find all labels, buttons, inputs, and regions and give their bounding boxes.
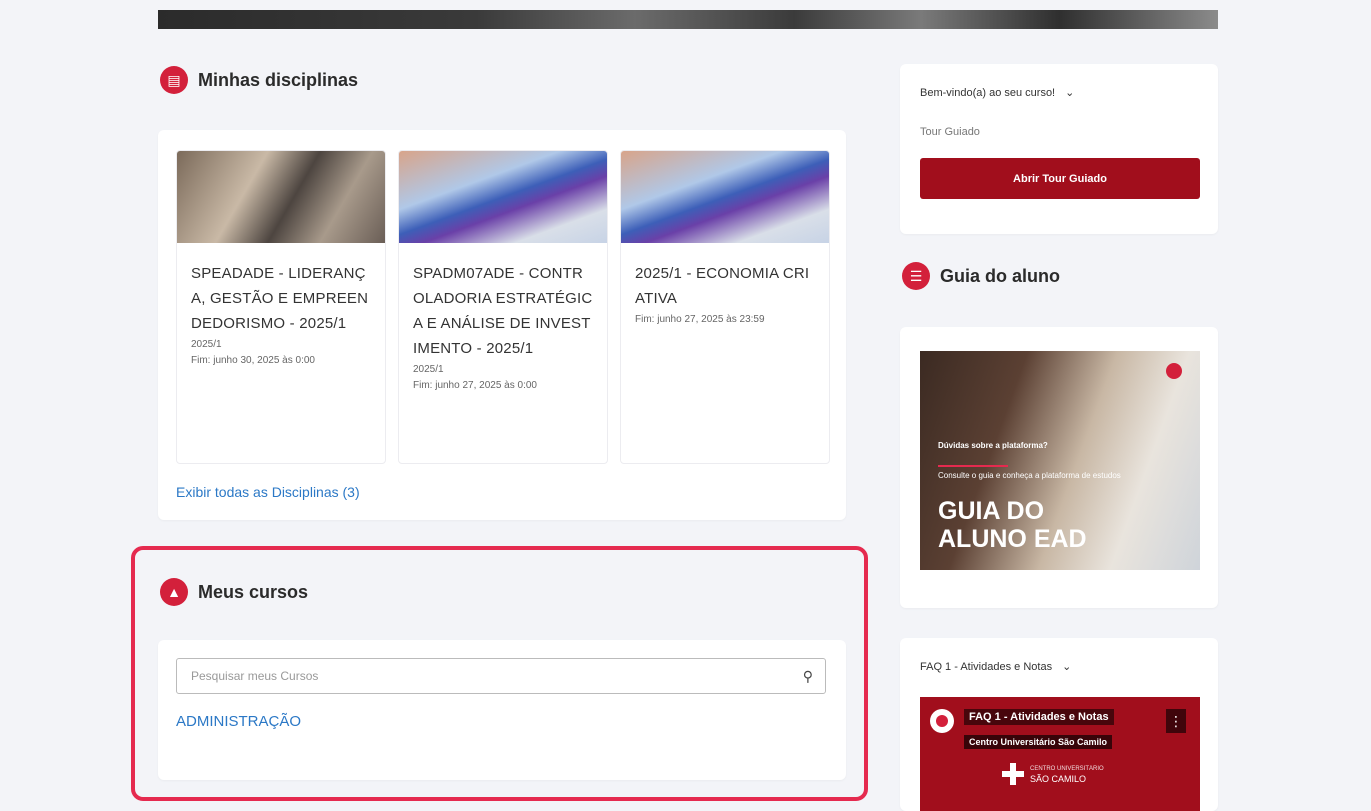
course-card[interactable]: SPEADADE - LIDERANÇA, GESTÃO E EMPREENDE… — [176, 150, 386, 464]
hero-banner — [158, 10, 1218, 29]
course-end-date: Fim: junho 27, 2025 às 23:59 — [635, 314, 765, 325]
welcome-heading: Bem-vindo(a) ao seu curso! — [920, 86, 1056, 99]
search-icon[interactable]: ⚲ — [803, 668, 813, 685]
course-image — [177, 151, 385, 243]
course-image — [399, 151, 607, 243]
cursos-heading: ▲ Meus cursos — [160, 578, 308, 606]
list-icon: ☰ — [902, 262, 930, 290]
more-options-icon[interactable]: ⋮ — [1166, 709, 1186, 733]
course-term: 2025/1 — [413, 364, 444, 375]
course-title[interactable]: 2025/1 - ECONOMIA CRIATIVA — [635, 261, 815, 311]
show-all-disciplinas-link[interactable]: Exibir todas as Disciplinas (3) — [176, 484, 360, 500]
course-link-administracao[interactable]: ADMINISTRAÇÃO — [176, 713, 301, 730]
guia-image-divider — [938, 465, 1008, 467]
guia-image-title: GUIA DO ALUNO EAD — [938, 497, 1087, 553]
course-end-date: Fim: junho 30, 2025 às 0:00 — [191, 355, 315, 366]
cursos-search-input[interactable] — [189, 668, 803, 684]
chevron-down-icon[interactable]: ⌄ — [1062, 660, 1071, 673]
disciplinas-title: Minhas disciplinas — [198, 69, 359, 90]
faq-heading: FAQ 1 - Atividades e Notas — [920, 660, 1053, 673]
brand-top-text: CENTRO UNIVERSITÁRIO — [1030, 766, 1104, 772]
faq-video[interactable]: FAQ 1 - Atividades e Notas Centro Univer… — [920, 697, 1200, 811]
brand-text: SÃO CAMILO — [1030, 774, 1087, 784]
video-channel[interactable]: Centro Universitário São Camilo — [964, 735, 1113, 749]
open-tour-button[interactable]: Abrir Tour Guiado — [920, 158, 1200, 199]
cursos-search-box[interactable]: ⚲ — [176, 658, 826, 694]
faq-dropdown[interactable]: FAQ 1 - Atividades e Notas ⌄ — [920, 660, 1071, 674]
guia-title: Guia do aluno — [940, 265, 1060, 286]
graduation-icon: ▲ — [160, 578, 188, 606]
cursos-title: Meus cursos — [198, 581, 309, 602]
course-title[interactable]: SPEADADE - LIDERANÇA, GESTÃO E EMPREENDE… — [191, 261, 371, 336]
disciplinas-heading: ▤ Minhas disciplinas — [160, 66, 358, 94]
book-icon: ▤ — [160, 66, 188, 94]
channel-avatar[interactable] — [930, 709, 954, 733]
video-title[interactable]: FAQ 1 - Atividades e Notas — [964, 709, 1114, 725]
tour-subtitle: Tour Guiado — [920, 126, 980, 138]
course-card[interactable]: SPADM07ADE - CONTROLADORIA ESTRATÉGICA E… — [398, 150, 608, 464]
course-title[interactable]: SPADM07ADE - CONTROLADORIA ESTRATÉGICA E… — [413, 261, 593, 361]
guia-heading: ☰ Guia do aluno — [902, 262, 1060, 290]
guia-image-question: Dúvidas sobre a plataforma? — [938, 441, 1048, 450]
course-card[interactable]: 2025/1 - ECONOMIA CRIATIVA Fim: junho 27… — [620, 150, 830, 464]
course-term: 2025/1 — [191, 339, 222, 350]
cross-logo-icon — [1002, 763, 1024, 785]
video-brand-logo: CENTRO UNIVERSITÁRIO SÃO CAMILO — [1002, 763, 1104, 785]
welcome-dropdown[interactable]: Bem-vindo(a) ao seu curso! ⌄ — [920, 86, 1074, 100]
guia-image-caption: Consulte o guia e conheça a plataforma d… — [938, 471, 1121, 480]
course-end-date: Fim: junho 27, 2025 às 0:00 — [413, 380, 537, 391]
chevron-down-icon[interactable]: ⌄ — [1065, 86, 1074, 99]
course-image — [621, 151, 829, 243]
sao-camilo-logo-icon — [1166, 363, 1182, 379]
guia-image[interactable]: Dúvidas sobre a plataforma? Consulte o g… — [920, 351, 1200, 570]
